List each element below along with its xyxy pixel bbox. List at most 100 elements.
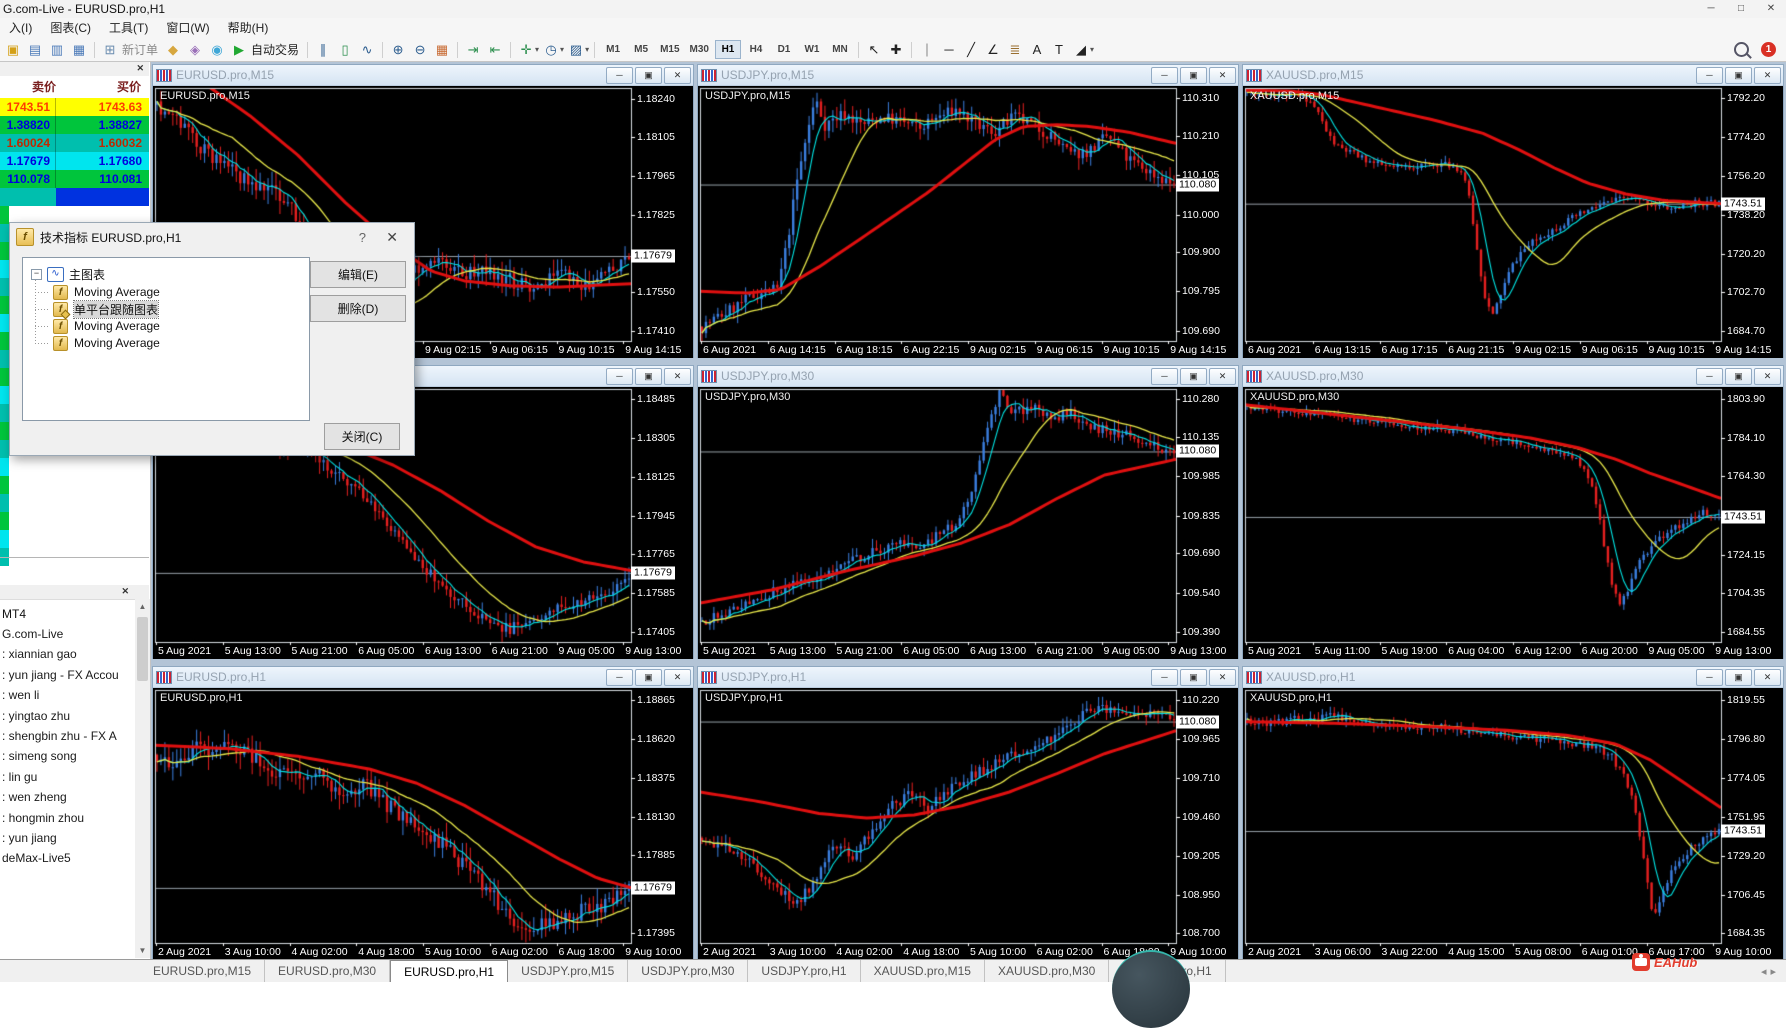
navigator-account-item[interactable]: : shengbin zhu - FX A xyxy=(2,729,117,743)
navigator-account-item[interactable]: : yun jiang xyxy=(2,831,57,845)
chart-restore-button[interactable]: ▣ xyxy=(635,668,662,686)
bar-chart-icon[interactable]: ∥ xyxy=(313,40,333,59)
chart-window-titlebar[interactable]: USDJPY.pro,M30 ─ ▣ ✕ xyxy=(698,366,1238,387)
candlestick-icon[interactable]: ▯ xyxy=(335,40,355,59)
navigator-account-item[interactable]: : wen li xyxy=(2,688,39,702)
delete-button[interactable]: 删除(D) xyxy=(310,295,406,322)
vertical-line-icon[interactable]: ｜ xyxy=(917,40,937,59)
market-watch-row[interactable]: 1743.51 1743.63 xyxy=(0,98,149,116)
column-buy[interactable]: 买价 xyxy=(62,76,149,98)
chart-tab-usdjpy-pro-h1[interactable]: USDJPY.pro,H1 xyxy=(748,960,861,982)
close-dialog-button[interactable]: 关闭(C) xyxy=(324,423,400,450)
chart-minimize-button[interactable]: ─ xyxy=(1151,66,1178,84)
chart-close-button[interactable]: ✕ xyxy=(664,367,691,385)
edit-button[interactable]: 编辑(E) xyxy=(310,261,406,288)
market-watch-icon[interactable]: ▤ xyxy=(25,40,45,59)
chart-restore-button[interactable]: ▣ xyxy=(1725,668,1752,686)
chart-tab-eurusd-pro-m30[interactable]: EURUSD.pro,M30 xyxy=(265,960,391,982)
market-watch-row[interactable]: 1.38820 1.38827 xyxy=(0,116,149,134)
chart-restore-button[interactable]: ▣ xyxy=(1725,66,1752,84)
timeframe-h4[interactable]: H4 xyxy=(743,40,769,59)
dialog-help-button[interactable]: ? xyxy=(359,230,366,245)
chart-close-button[interactable]: ✕ xyxy=(1209,668,1236,686)
chart-restore-button[interactable]: ▣ xyxy=(1180,367,1207,385)
navigator-icon[interactable]: ▦ xyxy=(69,40,89,59)
chart-canvas[interactable] xyxy=(698,387,1238,659)
indicators-dropdown[interactable]: ✛ xyxy=(516,40,536,59)
navigator-account-item[interactable]: : yingtao zhu xyxy=(2,709,70,723)
autotrading-button-label[interactable]: 自动交易 xyxy=(251,41,299,58)
chart-restore-button[interactable]: ▣ xyxy=(1180,66,1207,84)
indicators-dropdown-arrow[interactable]: ▾ xyxy=(535,45,539,54)
navigator-close-icon[interactable]: ✕ xyxy=(121,586,129,597)
indicator-tree-item[interactable]: f Moving Average xyxy=(35,318,160,334)
auto-scroll-icon[interactable]: ⇥ xyxy=(463,40,483,59)
chart-minimize-button[interactable]: ─ xyxy=(1696,66,1723,84)
channel-icon[interactable]: ∠ xyxy=(983,40,1003,59)
chart-tab-usdjpy-pro-m30[interactable]: USDJPY.pro,M30 xyxy=(628,960,749,982)
templates-dropdown-arrow[interactable]: ▾ xyxy=(585,45,589,54)
market-watch-row[interactable]: 1.17679 1.17680 xyxy=(0,152,149,170)
chart-window-titlebar[interactable]: XAUUSD.pro,M30 ─ ▣ ✕ xyxy=(1243,366,1783,387)
market-watch-close-icon[interactable]: ✕ xyxy=(136,63,144,74)
chart-window-titlebar[interactable]: EURUSD.pro,M15 ─ ▣ ✕ xyxy=(153,65,693,86)
navigator-account-item[interactable]: G.com-Live xyxy=(2,627,63,641)
close-button[interactable]: ✕ xyxy=(1756,0,1786,18)
minimize-button[interactable]: ─ xyxy=(1696,0,1726,18)
chart-minimize-button[interactable]: ─ xyxy=(606,668,633,686)
web-icon[interactable]: ◉ xyxy=(207,40,227,59)
timeframe-h1[interactable]: H1 xyxy=(714,40,741,59)
line-chart-icon[interactable]: ∿ xyxy=(357,40,377,59)
chart-window-titlebar[interactable]: USDJPY.pro,M15 ─ ▣ ✕ xyxy=(698,65,1238,86)
chart-tab-usdjpy-pro-m15[interactable]: USDJPY.pro,M15 xyxy=(508,960,629,982)
data-window-icon[interactable]: ▥ xyxy=(47,40,67,59)
chart-restore-button[interactable]: ▣ xyxy=(635,367,662,385)
timeframe-m15[interactable]: M15 xyxy=(656,40,683,59)
menu-item-3[interactable]: 窗口(W) xyxy=(157,18,218,38)
navigator-scrollbar[interactable]: ▲ ▼ xyxy=(135,599,150,958)
collapse-icon[interactable]: − xyxy=(31,269,42,280)
menu-item-0[interactable]: 入(I) xyxy=(0,18,41,38)
chart-tab-eurusd-pro-h1[interactable]: EURUSD.pro,H1 xyxy=(390,960,509,982)
chart-tab-xauusd-pro-m15[interactable]: XAUUSD.pro,M15 xyxy=(861,960,985,982)
maximize-button[interactable]: □ xyxy=(1726,0,1756,18)
chart-minimize-button[interactable]: ─ xyxy=(1696,367,1723,385)
market-watch-row[interactable]: 1.60024 1.60032 xyxy=(0,134,149,152)
profiles-icon[interactable]: ▣ xyxy=(3,40,23,59)
fibonacci-icon[interactable]: ≣ xyxy=(1005,40,1025,59)
chart-window-titlebar[interactable]: EURUSD.pro,H1 ─ ▣ ✕ xyxy=(153,667,693,688)
dialog-close-button[interactable]: ✕ xyxy=(386,229,398,246)
chart-close-button[interactable]: ✕ xyxy=(1754,668,1781,686)
scrollbar-thumb[interactable] xyxy=(137,617,148,681)
templates-dropdown[interactable]: ▨ xyxy=(566,40,586,59)
chart-close-button[interactable]: ✕ xyxy=(1209,367,1236,385)
zoom-in-icon[interactable]: ⊕ xyxy=(388,40,408,59)
timeframe-w1[interactable]: W1 xyxy=(799,40,825,59)
navigator-account-item[interactable]: : yun jiang - FX Accou xyxy=(2,668,119,682)
chart-tab-xauusd-pro-m30[interactable]: XAUUSD.pro,M30 xyxy=(985,960,1110,982)
crosshair-icon[interactable]: ✚ xyxy=(886,40,906,59)
market-watch-caption[interactable]: ✕ xyxy=(0,62,149,77)
chart-close-button[interactable]: ✕ xyxy=(664,66,691,84)
chart-minimize-button[interactable]: ─ xyxy=(606,66,633,84)
cursor-icon[interactable]: ↖ xyxy=(864,40,884,59)
chart-canvas[interactable] xyxy=(1243,86,1783,358)
tile-windows-icon[interactable]: ▦ xyxy=(432,40,452,59)
navigator-account-item[interactable]: : xiannian gao xyxy=(2,647,77,661)
autotrading-button[interactable]: ▶ xyxy=(229,40,249,59)
chart-restore-button[interactable]: ▣ xyxy=(1180,668,1207,686)
chart-tab-eurusd-pro-m15[interactable]: EURUSD.pro,M15 xyxy=(140,960,266,982)
navigator-account-item[interactable]: : lin gu xyxy=(2,770,37,784)
search-icon[interactable] xyxy=(1734,42,1749,57)
text-icon[interactable]: A xyxy=(1027,40,1047,59)
notification-badge[interactable]: 1 xyxy=(1761,42,1776,57)
label-icon[interactable]: T xyxy=(1049,40,1069,59)
scroll-up-icon[interactable]: ▲ xyxy=(135,599,150,614)
expert-advisors-icon[interactable]: ◈ xyxy=(185,40,205,59)
script-icon[interactable]: ◆ xyxy=(163,40,183,59)
chart-canvas[interactable] xyxy=(1243,387,1783,659)
periods-dropdown[interactable]: ◷ xyxy=(541,40,561,59)
indicator-tree-item[interactable]: f Moving Average xyxy=(35,284,160,300)
tab-scroll-right-icon[interactable]: ▸ xyxy=(1770,966,1780,978)
dialog-titlebar[interactable]: f 技术指标 EURUSD.pro,H1 xyxy=(10,223,414,251)
